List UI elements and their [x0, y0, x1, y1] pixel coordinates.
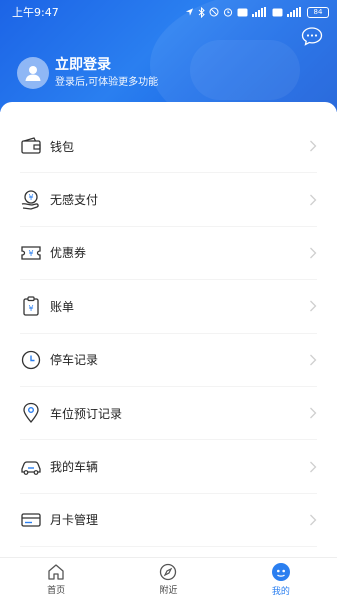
menu-item-seamless-payment[interactable]: ¥ 无感支付 — [20, 173, 317, 227]
card-icon — [20, 509, 42, 531]
tab-nearby[interactable]: 附近 — [112, 558, 224, 600]
clock-icon — [20, 349, 42, 371]
tab-home[interactable]: 首页 — [0, 558, 112, 600]
svg-text:¥: ¥ — [28, 304, 33, 313]
battery-icon: 84 — [307, 6, 329, 18]
menu-item-my-vehicles[interactable]: 我的车辆 — [20, 440, 317, 494]
status-icons: 84 — [185, 6, 329, 18]
bill-icon: ¥ — [20, 295, 42, 317]
menu-item-bills[interactable]: ¥ 账单 — [20, 280, 317, 334]
svg-text:¥: ¥ — [28, 249, 33, 258]
login-prompt[interactable]: 立即登录 登录后,可体验更多功能 — [17, 56, 158, 90]
chat-bubble-icon[interactable] — [301, 26, 323, 46]
location-pin-icon — [20, 402, 42, 424]
menu-item-label: 车位预订记录 — [50, 406, 123, 421]
menu-item-label: 账单 — [50, 299, 75, 314]
profile-icon — [271, 562, 290, 581]
menu-item-parking-records[interactable]: 停车记录 — [20, 334, 317, 387]
menu-list: 钱包 ¥ 无感支付 ¥ 优惠券 ¥ 账单 停车记录 车位预订记录 我的车辆 月卡… — [0, 102, 337, 557]
menu-item-label: 月卡管理 — [50, 513, 99, 528]
chevron-right-icon — [310, 140, 317, 152]
menu-item-label: 我的车辆 — [50, 460, 99, 475]
menu-item-wallet[interactable]: 钱包 — [20, 120, 317, 174]
status-time: 上午9:47 — [12, 6, 59, 19]
car-icon — [20, 456, 42, 478]
chevron-right-icon — [310, 407, 317, 419]
menu-item-monthly-card[interactable]: 月卡管理 — [20, 494, 317, 548]
chevron-right-icon — [310, 514, 317, 526]
signal-icon — [252, 7, 266, 17]
tab-label: 首页 — [47, 585, 66, 596]
compass-icon — [160, 563, 177, 580]
hd-icon — [272, 8, 283, 16]
svg-text:¥: ¥ — [28, 193, 33, 202]
chevron-right-icon — [310, 300, 317, 312]
menu-item-label: 钱包 — [50, 139, 75, 154]
alarm-icon — [223, 8, 233, 17]
tab-label: 我的 — [271, 586, 290, 597]
bluetooth-icon — [198, 6, 205, 18]
tab-mine[interactable]: 我的 — [225, 558, 337, 600]
chevron-right-icon — [310, 461, 317, 472]
hd-icon — [237, 8, 248, 16]
avatar[interactable] — [17, 57, 49, 89]
chevron-right-icon — [310, 354, 317, 366]
menu-item-reservation-records[interactable]: 车位预订记录 — [20, 387, 317, 441]
user-avatar-icon — [25, 66, 41, 81]
status-bar: 上午9:47 84 — [0, 0, 337, 24]
coupon-icon: ¥ — [20, 242, 42, 264]
home-icon — [48, 563, 64, 580]
menu-item-label: 停车记录 — [50, 353, 99, 368]
chevron-right-icon — [310, 194, 317, 206]
menu-item-label: 优惠券 — [50, 246, 87, 261]
do-not-disturb-icon — [209, 7, 219, 17]
bottom-tab-bar: 首页 附近 我的 — [0, 557, 337, 600]
login-subtitle: 登录后,可体验更多功能 — [55, 77, 159, 88]
profile-header: 上午9:47 84 立即登录 登录后,可体验更多功能 — [0, 0, 337, 112]
signal-icon — [287, 7, 301, 17]
payment-hand-icon: ¥ — [20, 189, 42, 211]
menu-item-coupons[interactable]: ¥ 优惠券 — [20, 227, 317, 281]
login-title[interactable]: 立即登录 — [55, 56, 158, 74]
wallet-icon — [20, 135, 42, 157]
tab-label: 附近 — [159, 585, 178, 596]
menu-item-label: 无感支付 — [50, 193, 99, 208]
chevron-right-icon — [310, 247, 317, 259]
location-arrow-icon — [185, 8, 194, 16]
